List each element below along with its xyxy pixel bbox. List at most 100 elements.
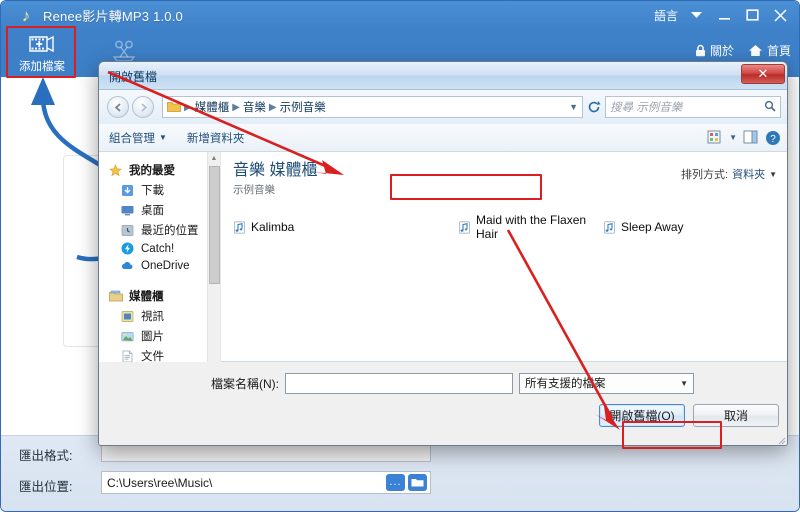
- sidebar-head-label: 我的最愛: [129, 165, 175, 177]
- library-title: 音樂 媒體櫃: [233, 162, 318, 179]
- dialog-content: 我的最愛 下載 桌面 最近的位置 Catch! OneDrive 媒體櫃 視訊 …: [99, 152, 787, 362]
- sidebar-item-videos[interactable]: 視訊: [99, 306, 220, 326]
- app-links: 關於 首頁: [695, 39, 791, 61]
- chevron-down-icon: ▼: [680, 378, 688, 388]
- view-options-icon[interactable]: [707, 130, 723, 145]
- open-file-dialog: 開啟舊檔 ✕ ▶ 媒體櫃 ▶ 音樂 ▶ 示例音樂 ▼ 搜尋 示例音樂 組合管理 …: [98, 61, 788, 446]
- window-controls: 語言: [654, 1, 793, 29]
- lock-icon: [695, 44, 706, 57]
- sidebar-item-documents[interactable]: 文件: [99, 346, 220, 362]
- language-label[interactable]: 語言: [654, 7, 678, 24]
- sidebar-item-label: 圖片: [141, 331, 164, 343]
- music-note-icon: ♪: [21, 5, 31, 25]
- arrange-by-label: 排列方式:: [681, 169, 729, 181]
- help-icon[interactable]: ?: [765, 130, 781, 145]
- file-type-filter-select[interactable]: 所有支援的檔案 ▼: [519, 372, 694, 394]
- maximize-button[interactable]: [739, 4, 765, 26]
- sidebar-item-label: 文件: [141, 351, 164, 362]
- breadcrumb-item-1[interactable]: 音樂: [243, 99, 266, 115]
- chevron-down-icon: ▼: [769, 169, 777, 179]
- browse-dots-button[interactable]: ...: [386, 474, 405, 491]
- file-name: Sleep Away: [621, 220, 684, 235]
- home-link[interactable]: 首頁: [748, 42, 791, 59]
- sidebar-item-label: Catch!: [141, 242, 175, 255]
- chevron-down-icon: ▼: [159, 133, 167, 142]
- sidebar-item-catch[interactable]: Catch!: [99, 240, 220, 257]
- house-icon: [748, 44, 763, 57]
- organize-label: 組合管理: [109, 132, 155, 145]
- cancel-button[interactable]: 取消: [693, 404, 779, 427]
- resize-grip-icon[interactable]: [776, 435, 786, 445]
- music-file-icon: [458, 221, 471, 234]
- sidebar-item-label: 下載: [141, 185, 164, 197]
- open-button[interactable]: 開啟舊檔(O): [599, 404, 685, 427]
- new-folder-button[interactable]: 新增資料夾: [177, 130, 255, 146]
- dialog-navigation-bar: ▶ 媒體櫃 ▶ 音樂 ▶ 示例音樂 ▼ 搜尋 示例音樂: [99, 90, 787, 124]
- chevron-down-icon[interactable]: ▼: [569, 102, 578, 112]
- sidebar-item-label: 桌面: [141, 205, 164, 217]
- sidebar-item-recent-places[interactable]: 最近的位置: [99, 220, 220, 240]
- file-item-maid-with-the-flaxen-hair[interactable]: Maid with the Flaxen Hair: [458, 213, 603, 241]
- library-icon: [109, 290, 123, 303]
- sidebar-item-desktop[interactable]: 桌面: [99, 200, 220, 220]
- arrange-by-control[interactable]: 排列方式: 資料夾 ▼: [681, 162, 777, 182]
- filename-label: 檔案名稱(N):: [211, 376, 279, 391]
- search-placeholder: 搜尋 示例音樂: [610, 102, 683, 114]
- about-label: 關於: [709, 43, 734, 58]
- close-button[interactable]: [767, 4, 793, 26]
- home-label: 首頁: [766, 43, 791, 58]
- refresh-icon[interactable]: [583, 96, 605, 118]
- breadcrumb-sep: ▶: [232, 101, 240, 113]
- recent-places-icon: [121, 224, 135, 237]
- preview-pane-icon[interactable]: [743, 130, 759, 145]
- sidebar-item-pictures[interactable]: 圖片: [99, 326, 220, 346]
- file-item-sleep-away[interactable]: Sleep Away: [603, 220, 684, 234]
- page-title: Renee影片轉MP3 1.0.0: [43, 8, 183, 24]
- export-location-field[interactable]: C:\Users\ree\Music\ ...: [101, 471, 431, 494]
- export-location-label: 匯出位置:: [19, 480, 73, 494]
- sidebar-head-libraries[interactable]: 媒體櫃: [99, 286, 220, 306]
- chevron-down-icon[interactable]: [683, 4, 709, 26]
- sidebar-scrollbar[interactable]: ▲: [207, 152, 220, 362]
- file-name: Maid with the Flaxen Hair: [476, 213, 587, 242]
- folder-open-icon[interactable]: [408, 474, 427, 491]
- dialog-sidebar[interactable]: 我的最愛 下載 桌面 最近的位置 Catch! OneDrive 媒體櫃 視訊 …: [99, 152, 221, 362]
- breadcrumb-sep: ▶: [268, 101, 277, 113]
- file-list: Kalimba Maid with the Flaxen Hair Sleep …: [233, 213, 777, 241]
- dialog-close-button[interactable]: ✕: [741, 64, 785, 84]
- desktop-icon: [121, 204, 135, 217]
- breadcrumb-item-0[interactable]: 媒體櫃: [195, 99, 230, 115]
- filename-input[interactable]: [285, 372, 513, 394]
- caret-up-icon[interactable]: ▲: [208, 152, 220, 165]
- arrow-right-icon[interactable]: [132, 96, 154, 118]
- scissors-icon: [111, 40, 137, 63]
- about-link[interactable]: 關於: [695, 42, 734, 59]
- sidebar-item-onedrive[interactable]: OneDrive: [99, 257, 220, 274]
- scrollbar-thumb[interactable]: [209, 166, 220, 284]
- breadcrumb-sep: ▶: [184, 101, 192, 113]
- music-file-icon: [233, 221, 246, 234]
- search-input[interactable]: 搜尋 示例音樂: [605, 96, 781, 118]
- sidebar-head-favorites[interactable]: 我的最愛: [99, 160, 220, 180]
- arrow-left-icon[interactable]: [107, 96, 129, 118]
- file-item-kalimba[interactable]: Kalimba: [233, 220, 458, 234]
- star-icon: [109, 163, 123, 177]
- document-icon: [121, 350, 135, 363]
- sidebar-item-downloads[interactable]: 下載: [99, 180, 220, 200]
- dialog-buttons: 開啟舊檔(O) 取消: [599, 404, 779, 427]
- download-icon: [121, 184, 135, 197]
- sidebar-group-favorites: 我的最愛 下載 桌面 最近的位置 Catch! OneDrive: [99, 160, 220, 274]
- cloud-icon: [121, 259, 135, 272]
- minimize-button[interactable]: [711, 4, 737, 26]
- chevron-down-icon[interactable]: ▼: [729, 133, 737, 142]
- music-file-icon: [603, 221, 616, 234]
- library-subtitle: 示例音樂: [233, 184, 275, 197]
- breadcrumb[interactable]: ▶ 媒體櫃 ▶ 音樂 ▶ 示例音樂 ▼: [162, 96, 583, 118]
- file-browser-pane[interactable]: 音樂 媒體櫃 示例音樂 排列方式: 資料夾 ▼ Kalimba Maid wit…: [221, 152, 787, 362]
- sidebar-item-label: OneDrive: [141, 259, 190, 272]
- organize-menu[interactable]: 組合管理 ▼: [99, 130, 177, 146]
- breadcrumb-item-2[interactable]: 示例音樂: [280, 99, 326, 115]
- export-location-value: C:\Users\ree\Music\: [107, 475, 213, 490]
- sidebar-item-label: 最近的位置: [141, 225, 199, 237]
